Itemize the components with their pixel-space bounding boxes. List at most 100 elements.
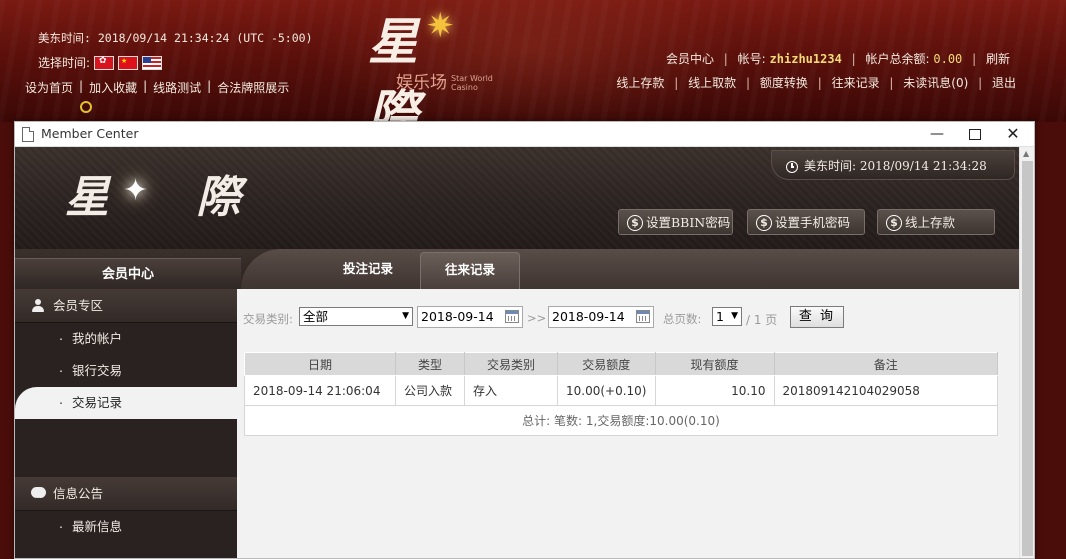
eastern-time: 美东时间: 2018/09/14 21:34:24 (UTC -5:00) — [38, 30, 313, 46]
nav-transfer[interactable]: 额度转换 — [760, 76, 808, 90]
window-titlebar[interactable]: Member Center — ✕ — [15, 122, 1034, 147]
cell-date: 2018-09-14 21:06:04 — [244, 375, 396, 406]
cell-type: 公司入款 — [395, 375, 465, 406]
range-separator: >> — [527, 311, 547, 325]
lang-label: 选择时间: — [38, 56, 91, 70]
set-phone-password-button[interactable]: $ 设置手机密码 — [747, 209, 865, 235]
dropdown-arrow-icon: ▼ — [731, 311, 738, 321]
window-title: Member Center — [41, 126, 139, 141]
total-summary: 总计: 笔数: 1,交易额度:10.00(0.10) — [244, 405, 998, 436]
logout-link[interactable]: 退出 — [992, 76, 1016, 90]
account-name: zhizhu1234 — [769, 52, 842, 66]
col-type: 类型 — [395, 352, 465, 376]
usa-flag-icon[interactable] — [142, 55, 163, 70]
document-icon — [22, 127, 34, 142]
tab-bet-records[interactable]: 投注记录 — [318, 252, 418, 289]
site-header: 美东时间: 2018/09/14 21:34:24 (UTC -5:00) 选择… — [0, 0, 1066, 122]
nav-online-deposit[interactable]: 线上存款 — [616, 76, 664, 90]
line-test-link[interactable]: 线路测试 — [153, 79, 201, 96]
vertical-scrollbar[interactable]: ▲ — [1019, 147, 1034, 558]
member-logo-text: 星 際 — [65, 172, 277, 223]
calendar-icon[interactable] — [505, 310, 519, 323]
col-date: 日期 — [244, 352, 396, 376]
table-total-row: 总计: 笔数: 1,交易额度:10.00(0.10) — [244, 405, 998, 436]
sidebar: 会员专区 我的帐户 银行交易 交易记录 信息公告 最新信息 — [15, 289, 237, 558]
hongkong-flag-icon[interactable] — [94, 55, 115, 70]
dollar-icon: $ — [627, 214, 643, 231]
logo-subtitle: 娱乐场 Star World Casino — [396, 73, 493, 93]
maximize-button[interactable] — [956, 122, 994, 146]
sidebar-item-my-account[interactable]: 我的帐户 — [15, 320, 237, 355]
cell-balance: 10.10 — [654, 375, 775, 406]
col-balance: 现有额度 — [654, 352, 775, 376]
nav-records[interactable]: 往来记录 — [832, 76, 880, 90]
set-bbin-password-button[interactable]: $ 设置BBIN密码 — [618, 209, 733, 235]
scroll-up-icon[interactable]: ▲ — [1023, 149, 1029, 158]
close-button[interactable]: ✕ — [994, 122, 1032, 146]
col-note: 备注 — [773, 352, 998, 376]
top-links: 设为首页 | 加入收藏 | 线路测试 | 合法牌照展示 — [25, 79, 290, 96]
member-center-title: 会员中心 — [15, 258, 241, 290]
site-logo[interactable]: 星 際 ✷ 娱乐场 Star World Casino — [368, 2, 538, 122]
member-logo: 星 際 ✦ — [65, 151, 245, 235]
tab-transaction-records[interactable]: 往来记录 — [420, 252, 520, 289]
calendar-icon[interactable] — [636, 310, 650, 323]
nav-unread-messages[interactable]: 未读讯息(0) — [903, 76, 968, 90]
refresh-link[interactable]: 刷新 — [986, 52, 1010, 66]
page-select[interactable]: 1 ▼ — [712, 307, 742, 326]
dropdown-arrow-icon: ▼ — [402, 311, 409, 321]
date-from-input[interactable]: 2018-09-14 — [417, 306, 523, 328]
records-panel: 交易类别: 全部 ▼ 2018-09-14 >> 2018-09-14 总页数: … — [237, 289, 1019, 558]
member-center-link[interactable]: 会员中心 — [666, 52, 714, 66]
table-row: 2018-09-14 21:06:04 公司入款 存入 10.00(+0.10)… — [244, 375, 998, 406]
sidebar-item-bank-transactions[interactable]: 银行交易 — [15, 352, 237, 387]
account-nav: 线上存款 | 线上取款 | 额度转换 | 往来记录 | 未读讯息(0) | 退出 — [616, 76, 1016, 90]
sparkle-icon: ✦ — [123, 173, 149, 208]
online-deposit-button[interactable]: $ 线上存款 — [877, 209, 995, 235]
sidebar-section-member[interactable]: 会员专区 — [15, 289, 237, 323]
date-to-input[interactable]: 2018-09-14 — [548, 306, 654, 328]
time-value: 2018/09/14 21:34:24 (UTC -5:00) — [97, 31, 313, 45]
chat-icon — [31, 483, 46, 517]
user-icon — [31, 299, 45, 313]
minimize-button[interactable]: — — [918, 122, 956, 146]
nav-online-withdraw[interactable]: 线上取款 — [688, 76, 736, 90]
set-homepage-link[interactable]: 设为首页 — [25, 79, 73, 96]
maximize-icon — [969, 128, 981, 140]
dollar-icon: $ — [756, 214, 772, 231]
page-total: / 1 页 — [746, 313, 778, 327]
filter-bar: 交易类别: 全部 ▼ 2018-09-14 >> 2018-09-14 总页数: … — [243, 306, 1013, 330]
add-favorite-link[interactable]: 加入收藏 — [89, 79, 137, 96]
clock-icon — [786, 160, 798, 173]
scrollbar-thumb[interactable] — [1022, 161, 1033, 556]
sidebar-section-announcements[interactable]: 信息公告 — [15, 477, 237, 517]
license-link[interactable]: 合法牌照展示 — [217, 79, 289, 96]
cell-note: 201809142104029058 — [773, 375, 998, 406]
window-content: 星 際 ✦ 美东时间: 2018/09/14 21:34:28 $ 设置BBIN密… — [15, 147, 1019, 558]
star-icon: ✷ — [426, 6, 455, 46]
balance-label: 帐户总余额: — [865, 52, 930, 66]
cursor-marker-icon — [80, 101, 92, 113]
type-select[interactable]: 全部 ▼ — [299, 307, 413, 326]
dollar-icon: $ — [886, 214, 902, 231]
sidebar-item-latest-news[interactable]: 最新信息 — [15, 508, 237, 543]
type-label: 交易类别: — [243, 312, 293, 326]
pages-label: 总页数: — [663, 312, 702, 326]
member-time-value: 2018/09/14 21:34:28 — [859, 159, 987, 173]
query-button[interactable]: 查 询 — [790, 306, 844, 328]
cell-category: 存入 — [464, 375, 558, 406]
balance-value: 0.00 — [933, 52, 963, 66]
member-center-window: Member Center — ✕ 星 際 ✦ 美东时间: 2018/09/14… — [14, 121, 1035, 559]
china-flag-icon[interactable] — [118, 55, 139, 70]
member-header: 星 際 ✦ 美东时间: 2018/09/14 21:34:28 $ 设置BBIN密… — [15, 147, 1019, 249]
account-bar: 会员中心 | 帐号: zhizhu1234 | 帐户总余额: 0.00 | 刷新 — [665, 52, 1010, 66]
member-time: 美东时间: 2018/09/14 21:34:28 — [771, 150, 1015, 180]
records-table: 日期 类型 交易类别 交易额度 现有额度 备注 2018-09-14 21:06… — [244, 352, 998, 436]
language-select: 选择时间: — [38, 54, 163, 71]
table-header-row: 日期 类型 交易类别 交易额度 现有额度 备注 — [244, 352, 998, 376]
time-label: 美东时间: — [38, 31, 91, 45]
account-label: 帐号: — [737, 52, 766, 66]
sidebar-item-transaction-records[interactable]: 交易记录 — [15, 384, 237, 419]
col-amount: 交易额度 — [557, 352, 656, 376]
cell-amount: 10.00(+0.10) — [557, 375, 656, 406]
